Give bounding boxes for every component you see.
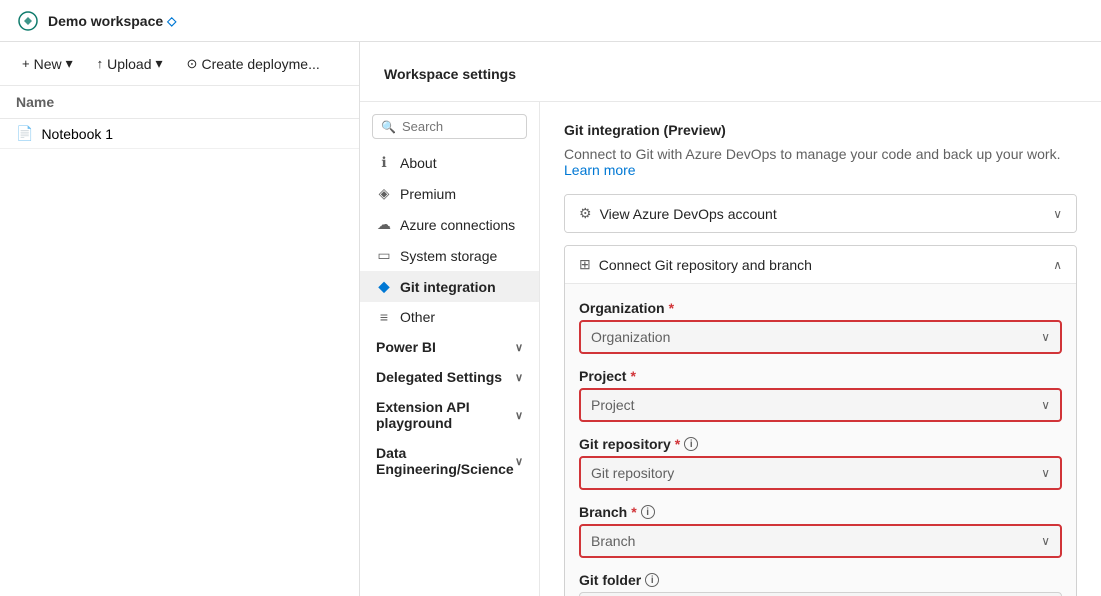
about-icon: ℹ	[376, 154, 392, 171]
git-icon: ◆	[376, 278, 392, 295]
workspace-icon	[16, 9, 40, 33]
diamond-icon: ◇	[167, 14, 176, 28]
project-label: Project *	[579, 368, 1062, 384]
git-folder-input[interactable]	[579, 592, 1062, 596]
git-repository-field-group: Git repository * i Git repository ∨	[579, 436, 1062, 490]
sidebar-item-git-integration[interactable]: ◆ Git integration	[360, 271, 539, 302]
organization-field-group: Organization * Organization ∨	[579, 300, 1062, 354]
upload-button[interactable]: ↑ Upload ▾	[87, 50, 173, 77]
deployment-icon: ⊙	[187, 56, 198, 72]
organization-label: Organization *	[579, 300, 1062, 316]
nav-group-delegated-settings[interactable]: Delegated Settings ∨	[360, 362, 539, 392]
git-repository-select[interactable]: Git repository ∨	[579, 456, 1062, 490]
required-marker: *	[630, 368, 635, 384]
sidebar-item-azure-connections[interactable]: ☁ Azure connections	[360, 209, 539, 240]
workspace-title: Demo workspace ◇	[48, 13, 176, 29]
organization-select[interactable]: Organization ∨	[579, 320, 1062, 354]
azure-icon: ☁	[376, 216, 392, 233]
search-icon: 🔍	[381, 120, 396, 134]
info-icon[interactable]: i	[641, 505, 655, 519]
settings-nav: 🔍 ℹ About ◈ Premium ☁ Azure connections …	[360, 102, 540, 596]
chevron-down-icon: ∨	[515, 455, 523, 468]
chevron-down-icon: ∨	[1053, 207, 1062, 221]
project-field-group: Project * Project ∨	[579, 368, 1062, 422]
settings-body: 🔍 ℹ About ◈ Premium ☁ Azure connections …	[360, 102, 1101, 596]
chevron-down-icon: ∨	[515, 371, 523, 384]
git-folder-field-group: Git folder i	[579, 572, 1062, 596]
learn-more-link[interactable]: Learn more	[564, 162, 636, 178]
plus-icon: +	[22, 56, 30, 71]
chevron-down-icon: ∨	[1041, 330, 1050, 344]
create-deployment-button[interactable]: ⊙ Create deployme...	[177, 50, 330, 77]
file-list-header: Name	[0, 86, 359, 119]
storage-icon: ▭	[376, 247, 392, 264]
git-repository-label: Git repository * i	[579, 436, 1062, 452]
chevron-down-icon: ∨	[1041, 398, 1050, 412]
branch-select[interactable]: Branch ∨	[579, 524, 1062, 558]
search-input[interactable]	[402, 119, 518, 134]
new-button[interactable]: + New ▾	[12, 50, 83, 77]
nav-group-extension-api[interactable]: Extension API playground ∨	[360, 392, 539, 438]
search-box[interactable]: 🔍	[372, 114, 527, 139]
settings-title: Workspace settings	[360, 42, 1101, 102]
premium-icon: ◈	[376, 185, 392, 202]
top-bar: Demo workspace ◇	[0, 0, 1101, 42]
chevron-down-icon: ∨	[515, 409, 523, 422]
main-area: + New ▾ ↑ Upload ▾ ⊙ Create deployme... …	[0, 42, 1101, 596]
left-toolbar: + New ▾ ↑ Upload ▾ ⊙ Create deployme...	[0, 42, 359, 86]
git-integration-title: Git integration (Preview)	[564, 122, 1077, 140]
settings-panel: Workspace settings 🔍 ℹ About ◈ Premium	[360, 42, 1101, 596]
branch-field-group: Branch * i Branch ∨	[579, 504, 1062, 558]
nav-group-data-engineering[interactable]: Data Engineering/Science ∨	[360, 438, 539, 484]
chevron-down-icon: ∨	[515, 341, 523, 354]
git-description: Connect to Git with Azure DevOps to mana…	[564, 146, 1077, 178]
connect-repo-form: Organization * Organization ∨ Projec	[565, 284, 1076, 596]
file-row[interactable]: 📄 Notebook 1	[0, 119, 359, 149]
devops-accordion: ⚙ View Azure DevOps account ∨	[564, 194, 1077, 233]
connect-repo-icon: ⊞	[579, 256, 591, 273]
sidebar-item-system-storage[interactable]: ▭ System storage	[360, 240, 539, 271]
upload-icon: ↑	[97, 56, 104, 71]
sidebar-item-premium[interactable]: ◈ Premium	[360, 178, 539, 209]
required-marker: *	[669, 300, 674, 316]
devops-icon: ⚙	[579, 205, 592, 222]
chevron-up-icon: ∧	[1053, 258, 1062, 272]
git-folder-label: Git folder i	[579, 572, 1062, 588]
notebook-icon: 📄	[16, 125, 33, 142]
connect-repo-accordion-header[interactable]: ⊞ Connect Git repository and branch ∧	[565, 246, 1076, 284]
info-icon[interactable]: i	[645, 573, 659, 587]
sidebar-item-about[interactable]: ℹ About	[360, 147, 539, 178]
connect-repo-accordion: ⊞ Connect Git repository and branch ∧ Or…	[564, 245, 1077, 596]
chevron-down-icon: ∨	[1041, 534, 1050, 548]
required-marker: *	[675, 436, 680, 452]
settings-content: Git integration (Preview) Connect to Git…	[540, 102, 1101, 596]
required-marker: *	[631, 504, 636, 520]
devops-accordion-header[interactable]: ⚙ View Azure DevOps account ∨	[565, 195, 1076, 232]
sidebar-item-other[interactable]: ≡ Other	[360, 302, 539, 332]
nav-group-power-bi[interactable]: Power BI ∨	[360, 332, 539, 362]
other-icon: ≡	[376, 309, 392, 325]
branch-label: Branch * i	[579, 504, 1062, 520]
info-icon[interactable]: i	[684, 437, 698, 451]
project-select[interactable]: Project ∨	[579, 388, 1062, 422]
left-panel: + New ▾ ↑ Upload ▾ ⊙ Create deployme... …	[0, 42, 360, 596]
chevron-down-icon: ∨	[1041, 466, 1050, 480]
